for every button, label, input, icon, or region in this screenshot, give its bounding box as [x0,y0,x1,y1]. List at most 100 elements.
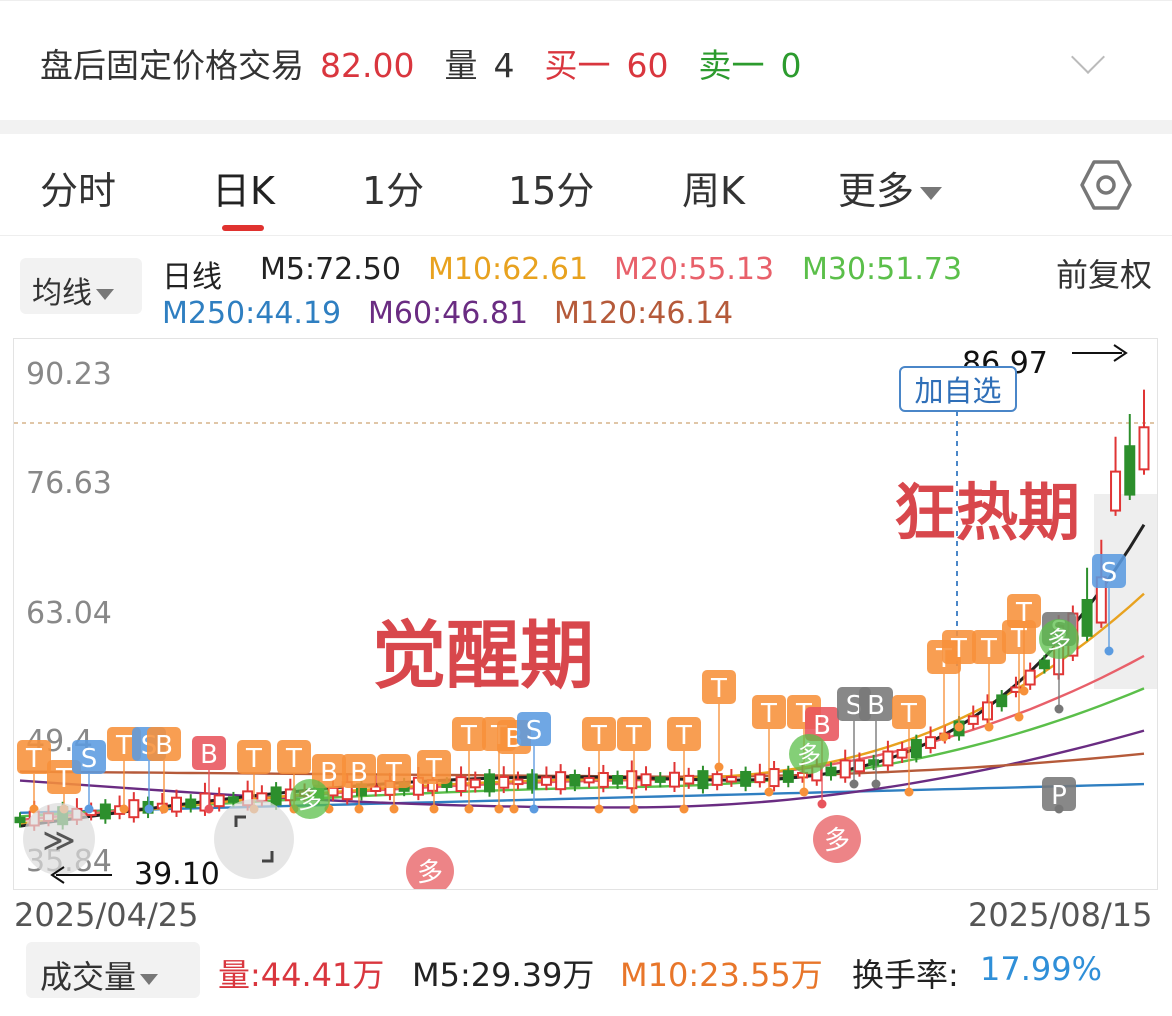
turnover-label: 换手率: [852,956,959,994]
ma30-line [19,687,1145,818]
ma-legend: 均线 日线 M5:72.50 M10:62.61 M20:55.13 M30:5… [0,236,1172,336]
y-tick-label: 76.63 [26,466,112,501]
signal-marker-label: T [245,744,262,774]
signal-marker-label: S [81,744,98,774]
ma120-line [19,752,1145,778]
signal-marker-label: T [590,721,607,751]
price-adjust-toggle[interactable]: 前复权 [1056,250,1152,296]
ask-value: 0 [780,46,802,85]
signal-marker-label: T [25,744,42,774]
candle-down [185,798,197,809]
candle-up [925,736,937,749]
y-tick-label: 90.23 [26,357,112,392]
bull-circle-label: 多 [797,741,821,769]
signal-marker-label: T [980,634,997,664]
marker-dot [594,804,604,814]
candle-down [740,770,752,787]
candle-up [327,786,339,797]
candle-down [99,803,111,820]
candle-up [768,768,780,788]
tab-1min[interactable]: 1分 [362,160,424,215]
volume-value: 4 [493,46,515,85]
ma5-value: M5:72.50 [260,252,401,287]
marker-dot [764,787,774,797]
section-divider [0,120,1172,134]
date-end: 2025/08/15 [968,896,1153,934]
tab-more[interactable]: 更多 [838,160,943,215]
volume-m10: M10:23.55万 [620,956,823,994]
candle-up [1024,669,1036,686]
marker-dot [1054,704,1064,714]
signal-marker-label: T [115,731,132,761]
signal-marker-label: T [625,721,642,751]
after-hours-price: 82.00 [320,46,415,85]
candle-down [782,770,794,783]
signal-marker-label: T [675,721,692,751]
candle-up [896,749,908,759]
marker-dot [119,804,129,814]
marker-dot [529,804,539,814]
marker-dot [954,722,964,732]
candle-up [555,771,567,791]
signal-marker-label: T [385,758,402,788]
kline-canvas[interactable]: 90.2376.6363.0449.435.84TTSTSBBTTBBTTTTB… [14,339,1158,890]
marker-dot [429,804,439,814]
marker-dot [799,787,809,797]
candle-up [882,750,894,767]
candle-up [583,776,595,784]
tab-intraday[interactable]: 分时 [40,160,116,215]
marker-dot [939,732,949,742]
marker-dot [464,804,474,814]
after-hours-bar[interactable]: 盘后固定价格交易 82.00 量 4 买一 60 卖一 0 [0,0,1172,120]
signal-marker-label: T [950,634,967,664]
marker-dot [871,779,881,789]
dropdown-triangle-icon [920,187,943,200]
signal-marker-label: T [285,744,302,774]
candle-up [754,773,766,784]
bid-value: 60 [626,46,669,85]
marker-dot [714,762,724,772]
candle-down [484,773,496,793]
candle-up [725,776,737,783]
marker-dot [817,799,827,809]
ask-label: 卖一 [698,46,765,85]
candle-down [825,766,837,777]
low-price-label: 39.10 [134,857,220,890]
candle-up [839,759,851,779]
kline-chart[interactable]: 90.2376.6363.0449.435.84TTSTSBBTTBBTTTTB… [13,338,1158,890]
bull-circle-label: 多 [1047,626,1071,654]
marker-dot [204,804,214,814]
candle-down [868,759,880,766]
y-tick-label: 63.04 [26,596,112,631]
frenzy-phase-label: 狂热期 [894,476,1080,549]
hexagon-gear-icon[interactable] [1080,159,1132,211]
indicator-selector[interactable]: 均线 [20,258,142,314]
volume-m5: M5:29.39万 [412,956,595,994]
marker-dot [904,787,914,797]
volume-indicator-selector[interactable]: 成交量 [26,942,200,998]
signal-marker-label: S [1101,558,1118,588]
tab-weekly-k[interactable]: 周K [682,160,745,215]
marker-dot [389,804,399,814]
marker-dot [1019,686,1029,696]
marker-dot [159,804,169,814]
candle-down [569,774,581,787]
marker-dot [354,804,364,814]
active-tab-indicator [222,225,264,231]
volume-label: 量 [444,46,478,85]
signal-marker-label: T [760,699,777,729]
candle-down [612,774,624,785]
candle-up [967,715,979,725]
signal-marker-label: B [350,758,368,788]
candle-down [1038,659,1050,670]
tab-15min[interactable]: 15分 [508,160,594,215]
tab-daily-k[interactable]: 日K [212,160,275,231]
candle-up [683,774,695,785]
candle-up [626,770,638,790]
bull-circle-label: 多 [298,786,322,814]
candle-up [498,775,510,789]
signal-marker-label: P [1051,781,1067,811]
volume-value: 量:44.41万 [218,956,385,994]
signal-marker-label: B [200,740,218,770]
chevron-down-icon[interactable] [1071,40,1105,74]
